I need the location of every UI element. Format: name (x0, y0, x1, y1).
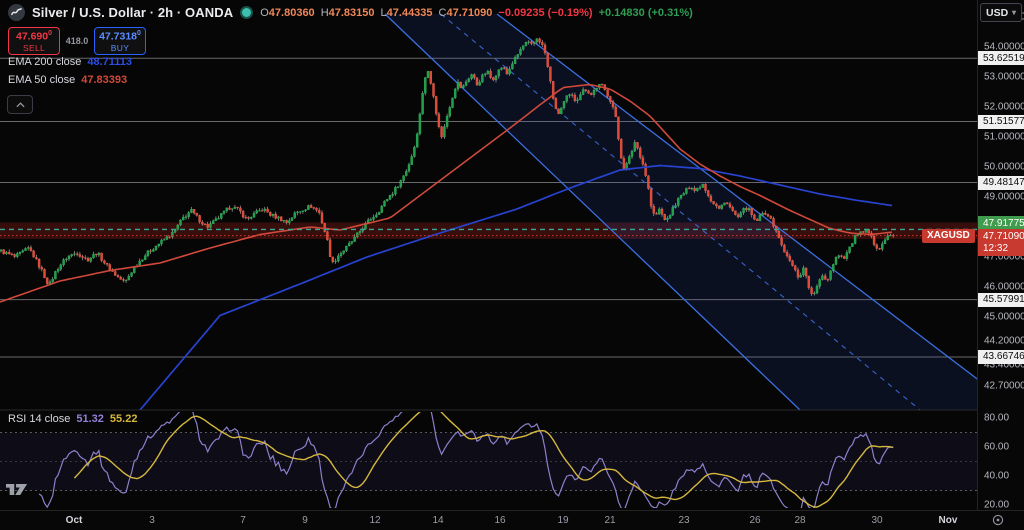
price-tick: 49.00000 (984, 192, 1024, 203)
time-tick-day: 14 (432, 515, 443, 526)
symbol-logo-icon[interactable] (8, 4, 25, 21)
chart-svg[interactable] (0, 0, 977, 510)
axis-settings-icon[interactable] (991, 513, 1005, 527)
legend-rsi[interactable]: RSI 14 close 51.32 55.22 (8, 413, 137, 425)
price-tick: 46.00000 (984, 282, 1024, 293)
time-axis[interactable]: Oct 3 7 9 12 14 16 19 21 23 26 28 30 Nov (0, 510, 1024, 530)
ema50-label: EMA 50 close (8, 74, 75, 86)
price-tick: 53.00000 (984, 72, 1024, 83)
chart-canvas[interactable] (0, 0, 977, 510)
chevron-up-icon (16, 102, 25, 108)
trade-panel: 47.6900 SELL 418.0 47.73180 BUY (8, 27, 146, 55)
time-tick-day: 28 (794, 515, 805, 526)
rsi-tick: 80.00 (984, 413, 1009, 424)
current-price-label: 47.7109012:32 (978, 229, 1024, 256)
time-tick-day: 12 (369, 515, 380, 526)
symbol-price-tag: XAGUSD (922, 229, 975, 243)
countdown-timer: 12:32 (983, 243, 1024, 255)
chevron-down-icon: ▾ (1012, 8, 1016, 17)
time-tick-day: 23 (678, 515, 689, 526)
level-price-label: 51.51577 (978, 115, 1024, 129)
currency-selector[interactable]: USD ▾ (980, 3, 1022, 22)
level-price-label: 49.48147 (978, 176, 1024, 190)
rsi-tick: 60.00 (984, 442, 1009, 453)
rsi-tick: 20.00 (984, 500, 1009, 511)
price-tick: 42.70000 (984, 381, 1024, 392)
ema200-value: 48.71113 (87, 56, 132, 68)
rsi-tick: 40.00 (984, 471, 1009, 482)
ohlc-low-value: 47.44335 (387, 7, 433, 19)
time-tick-day: 16 (494, 515, 505, 526)
time-tick-day: 30 (871, 515, 882, 526)
ohlc-open-key: O (260, 7, 269, 19)
market-status-icon[interactable] (240, 6, 253, 19)
ema200-label: EMA 200 close (8, 56, 81, 68)
price-tick: 50.00000 (984, 162, 1024, 173)
rsi-ma-value: 55.22 (110, 413, 138, 425)
ohlc-close-key: C (439, 7, 447, 19)
current-price-value: 47.71090 (983, 231, 1024, 243)
symbol-header: Silver / U.S. Dollar · 2h · OANDA O47.80… (8, 4, 693, 21)
price-zone[interactable] (0, 223, 977, 240)
ohlc-high-value: 47.83150 (329, 7, 375, 19)
price-axis[interactable]: USD ▾ 55.0000054.0000053.0000052.0000051… (977, 0, 1024, 510)
tradingview-logo-icon[interactable] (6, 482, 28, 502)
rsi-value: 51.32 (76, 413, 104, 425)
time-tick-month: Oct (66, 515, 83, 526)
time-tick-day: 9 (302, 515, 308, 526)
price-tick: 52.00000 (984, 102, 1024, 113)
time-tick-month: Nov (939, 515, 958, 526)
time-tick-day: 21 (604, 515, 615, 526)
channel-mid-line[interactable] (441, 14, 920, 410)
ohlc-high-key: H (321, 7, 329, 19)
ohlc-close-value: 47.71090 (447, 7, 493, 19)
ohlc-readout: O47.80360 H47.83150 L47.44335 C47.71090 … (260, 7, 693, 19)
sell-button[interactable]: 47.6900 SELL (8, 27, 60, 55)
change-positive: +0.14830 (+0.31%) (599, 7, 693, 19)
tradingview-chart-window: Silver / U.S. Dollar · 2h · OANDA O47.80… (0, 0, 1024, 530)
legend-ema200[interactable]: EMA 200 close 48.71113 (8, 56, 132, 68)
buy-button[interactable]: 47.73180 BUY (94, 27, 146, 55)
symbol-title[interactable]: Silver / U.S. Dollar · 2h · OANDA (32, 5, 233, 20)
rsi-label: RSI 14 close (8, 413, 70, 425)
change-negative: −0.09235 (−0.19%) (498, 7, 592, 19)
currency-label: USD (986, 7, 1008, 19)
time-tick-day: 7 (240, 515, 246, 526)
ohlc-open-value: 47.80360 (269, 7, 315, 19)
level-price-label: 53.62519 (978, 51, 1024, 65)
time-tick-day: 26 (749, 515, 760, 526)
level-price-label: 45.57991 (978, 293, 1024, 307)
time-tick-day: 3 (149, 515, 155, 526)
price-tick: 45.00000 (984, 312, 1024, 323)
collapse-indicators-button[interactable] (7, 95, 33, 114)
level-price-label: 43.66746 (978, 350, 1024, 364)
price-tick: 44.20000 (984, 336, 1024, 347)
time-tick-day: 19 (557, 515, 568, 526)
ema50-value: 47.83393 (81, 74, 127, 86)
spread-value: 418.0 (60, 36, 94, 46)
legend-ema50[interactable]: EMA 50 close 47.83393 (8, 74, 127, 86)
price-tick: 51.00000 (984, 132, 1024, 143)
